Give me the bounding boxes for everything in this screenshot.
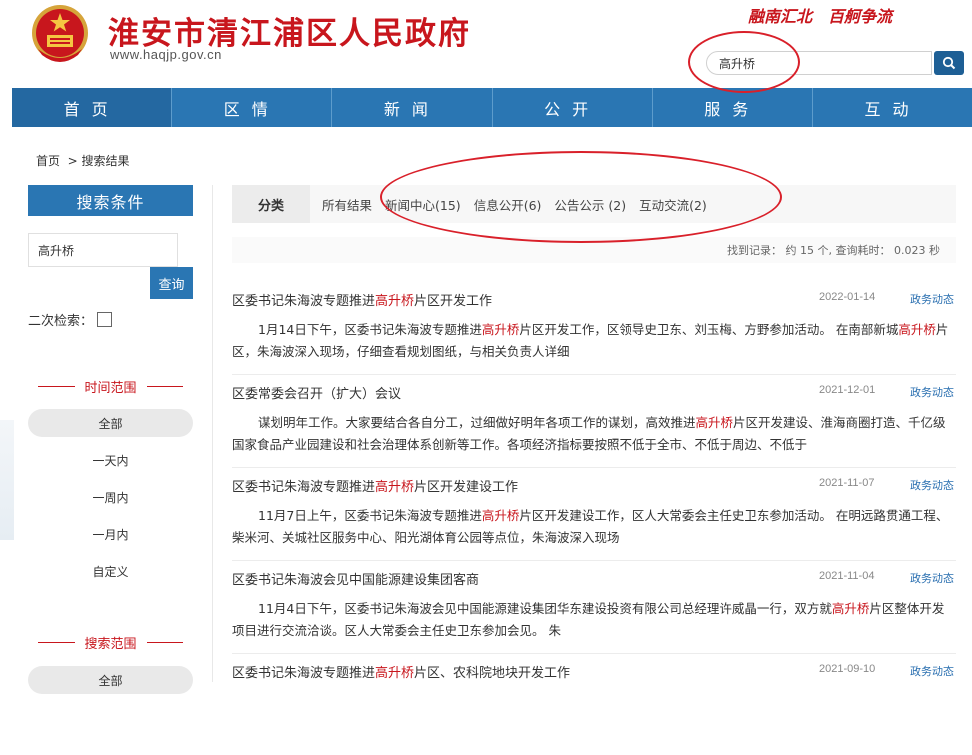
result-summary: 谋划明年工作。大家要结合各自分工，过细做好明年各项工作的谋划，高效推进高升桥片区… <box>232 412 954 456</box>
national-emblem-icon <box>32 5 88 62</box>
nav-home[interactable]: 首页 <box>12 88 173 127</box>
nav-news[interactable]: 新闻 <box>332 88 493 127</box>
result-separator <box>232 653 956 654</box>
time-option-all[interactable]: 全部 <box>28 409 193 437</box>
nav-interaction[interactable]: 互动 <box>813 88 972 127</box>
breadcrumb: 首页 > 搜索结果 <box>36 152 130 169</box>
result-category-link[interactable]: 政务动态 <box>910 570 954 586</box>
nav-service[interactable]: 服务 <box>653 88 813 127</box>
second-search-label: 二次检索： <box>28 314 94 329</box>
result-category-link[interactable]: 政务动态 <box>910 477 954 493</box>
breadcrumb-current: > 搜索结果 <box>67 154 130 168</box>
search-button[interactable] <box>934 51 964 75</box>
keyword-highlight: 高升桥 <box>481 322 520 337</box>
keyword-highlight: 高升桥 <box>898 322 936 337</box>
search-conditions-title: 搜索条件 <box>28 185 193 216</box>
time-option-day[interactable]: 一天内 <box>28 446 193 474</box>
tab-info-disclosure[interactable]: 信息公开(6) <box>474 195 542 214</box>
result-summary-text: 片区开发工作，区领导史卫东、刘玉梅、方野参加活动。 在南部新城 <box>519 322 899 337</box>
keyword-highlight: 高升桥 <box>481 508 520 523</box>
time-option-month[interactable]: 一月内 <box>28 520 193 548</box>
time-range-heading: 时间范围 <box>28 376 193 396</box>
nav-district-info[interactable]: 区情 <box>172 88 333 127</box>
side-decoration <box>0 420 14 540</box>
result-title-text: 区委书记朱海波会见中国能源建设集团客商 <box>232 573 480 588</box>
result-summary-text: 11月4日下午，区委书记朱海波会见中国能源建设集团华东建设投资有限公司总经理许威… <box>258 601 832 616</box>
search-range-heading: 搜索范围 <box>28 632 193 652</box>
search-icon <box>942 56 956 70</box>
result-date: 2021-11-07 <box>819 477 875 489</box>
main-nav: 首页 区情 新闻 公开 服务 互动 <box>12 88 972 127</box>
site-url: www.haqjp.gov.cn <box>110 47 222 62</box>
search-result: 区委书记朱海波会见中国能源建设集团客商 2021-11-04 政务动态 11月4日下午… <box>232 569 956 662</box>
result-separator <box>232 560 956 561</box>
tab-news-center[interactable]: 新闻中心(15) <box>385 195 461 214</box>
result-title-link[interactable]: 区委常委会召开（扩大）会议 <box>232 383 401 402</box>
result-title-link[interactable]: 区委书记朱海波专题推进高升桥片区、农科院地块开发工作 <box>232 662 570 681</box>
breadcrumb-home[interactable]: 首页 <box>36 154 60 168</box>
keyword-highlight: 高升桥 <box>375 666 415 681</box>
result-title-text: 片区、农科院地块开发工作 <box>414 666 571 681</box>
search-stats: 找到记录： 约 15 个, 查询耗时： 0.023 秒 <box>232 237 956 263</box>
tab-category-label: 分类 <box>232 185 310 223</box>
query-button[interactable]: 查询 <box>150 267 193 299</box>
result-date: 2022-01-14 <box>819 291 876 303</box>
result-date: 2021-11-04 <box>819 570 875 582</box>
keyword-highlight: 高升桥 <box>695 415 734 430</box>
nav-disclosure[interactable]: 公开 <box>493 88 653 127</box>
result-title-link[interactable]: 区委书记朱海波专题推进高升桥片区开发建设工作 <box>232 476 518 495</box>
search-result: 区委书记朱海波专题推进高升桥片区开发建设工作 2021-11-07 政务动态 11月7… <box>232 476 956 569</box>
result-date: 2021-09-10 <box>819 663 876 675</box>
result-category-link[interactable]: 政务动态 <box>910 663 954 679</box>
result-summary-text: 谋划明年工作。大家要结合各自分工，过细做好明年各项工作的谋划，高效推进 <box>258 415 696 430</box>
search-result: 区委书记朱海波专题推进高升桥片区开发工作 2022-01-14 政务动态 1月14日下… <box>232 290 956 383</box>
second-search-checkbox[interactable] <box>97 312 113 327</box>
tab-interaction[interactable]: 互动交流(2) <box>639 195 707 214</box>
tab-all-results[interactable]: 所有结果 <box>322 195 372 214</box>
result-title-text: 区委书记朱海波专题推进 <box>232 666 376 681</box>
result-title-link[interactable]: 区委书记朱海波专题推进高升桥片区开发工作 <box>232 290 492 309</box>
result-date: 2021-12-01 <box>819 384 876 396</box>
time-range-heading-label: 时间范围 <box>84 380 137 396</box>
search-result: 区委书记朱海波专题推进高升桥片区、农科院地块开发工作 2021-09-10 政务动态 <box>232 662 956 755</box>
result-title-text: 片区开发建设工作 <box>414 480 519 495</box>
time-option-custom[interactable]: 自定义 <box>28 557 193 585</box>
range-option-all[interactable]: 全部 <box>28 666 193 694</box>
header-search <box>706 51 964 75</box>
result-title-text: 区委书记朱海波专题推进 <box>232 294 376 309</box>
category-tabs: 分类 所有结果 新闻中心(15) 信息公开(6) 公告公示 (2) 互动交流(2… <box>232 185 956 223</box>
result-separator <box>232 374 956 375</box>
result-title-text: 片区开发工作 <box>414 294 493 309</box>
second-search: 二次检索： <box>28 310 113 329</box>
result-category-link[interactable]: 政务动态 <box>910 291 954 307</box>
keyword-highlight: 高升桥 <box>831 601 870 616</box>
keyword-highlight: 高升桥 <box>375 480 415 495</box>
result-title-text: 区委书记朱海波专题推进 <box>232 480 376 495</box>
search-input[interactable] <box>706 51 932 75</box>
result-title-link[interactable]: 区委书记朱海波会见中国能源建设集团客商 <box>232 569 479 588</box>
result-summary: 11月4日下午，区委书记朱海波会见中国能源建设集团华东建设投资有限公司总经理许威… <box>232 598 954 642</box>
result-summary-text: 11月7日上午，区委书记朱海波专题推进 <box>258 508 482 523</box>
search-range-heading-label: 搜索范围 <box>84 636 137 652</box>
result-summary: 1月14日下午，区委书记朱海波专题推进高升桥片区开发工作，区领导史卫东、刘玉梅、… <box>232 319 954 363</box>
slogan: 融南汇北 百舸争流 <box>748 3 908 27</box>
result-summary: 11月7日上午，区委书记朱海波专题推进高升桥片区开发建设工作，区人大常委会主任史… <box>232 505 954 549</box>
keyword-highlight: 高升桥 <box>375 294 415 309</box>
time-option-week[interactable]: 一周内 <box>28 483 193 511</box>
result-summary-text: 1月14日下午，区委书记朱海波专题推进 <box>258 322 482 337</box>
result-category-link[interactable]: 政务动态 <box>910 384 954 400</box>
result-title-text: 区委常委会召开（扩大）会议 <box>232 387 402 402</box>
tab-announcements[interactable]: 公告公示 (2) <box>554 195 626 214</box>
result-separator <box>232 467 956 468</box>
slogan-part-2: 百舸争流 <box>828 7 893 26</box>
panel-divider <box>212 185 213 682</box>
search-result: 区委常委会召开（扩大）会议 2021-12-01 政务动态谋划明年工作。大家要结合各… <box>232 383 956 476</box>
keyword-input[interactable] <box>28 233 178 267</box>
slogan-part-1: 融南汇北 <box>748 7 813 26</box>
